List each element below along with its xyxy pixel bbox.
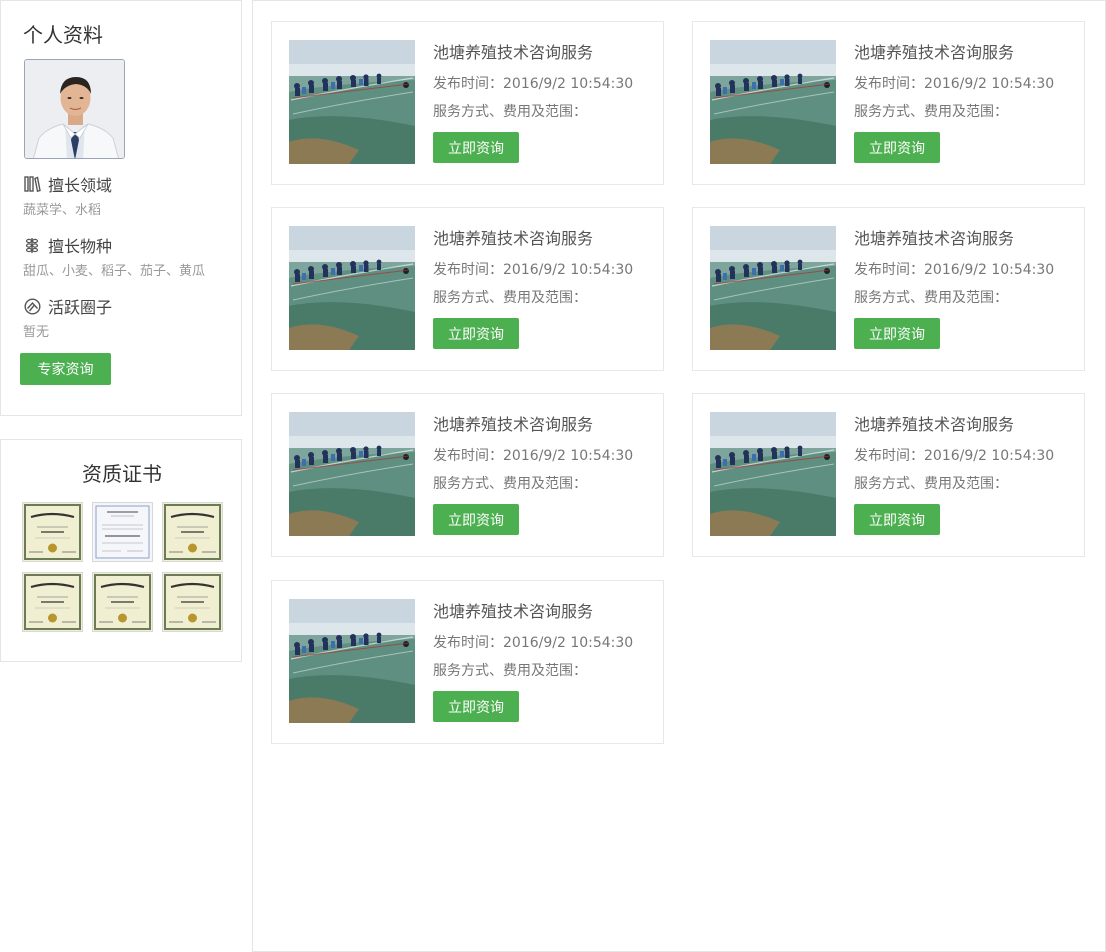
field-value: 蔬菜学、水稻 <box>23 203 102 218</box>
certificates-title: 资质证书 <box>82 462 162 486</box>
service-method-label: 服务方式、费用及范围： <box>433 663 587 679</box>
service-card: 池塘养殖技术咨询服务发布时间：2016/9/2 10:54:30 服务方式、费用及… <box>271 207 664 371</box>
books-icon <box>23 175 41 193</box>
service-method-label: 服务方式、费用及范围： <box>433 290 587 306</box>
certificate-thumbnail[interactable] <box>22 502 83 562</box>
profile-panel: 个人资料 擅长领域 蔬菜学、水稻 擅长物种 甜瓜、小麦、稻子、茄子、黄瓜 活跃圈… <box>0 0 242 416</box>
service-publish-time: 发布时间：2016/9/2 10:54:30 <box>854 76 1055 92</box>
service-card: 池塘养殖技术咨询服务发布时间：2016/9/2 10:54:30 服务方式、费用及… <box>271 580 664 744</box>
service-title[interactable]: 池塘养殖技术咨询服务 <box>433 598 593 622</box>
field-heading: 擅长领域 <box>23 172 112 196</box>
certificate-thumbnail[interactable] <box>162 502 223 562</box>
service-publish-time: 发布时间：2016/9/2 10:54:30 <box>433 262 634 278</box>
consult-now-button[interactable]: 立即资询 <box>854 132 940 163</box>
service-publish-time: 发布时间：2016/9/2 10:54:30 <box>433 448 634 464</box>
circle-heading: 活跃圈子 <box>23 294 112 318</box>
service-title[interactable]: 池塘养殖技术咨询服务 <box>854 225 1014 249</box>
service-method-label: 服务方式、费用及范围： <box>854 104 1008 120</box>
service-method-label: 服务方式、费用及范围： <box>433 104 587 120</box>
service-title[interactable]: 池塘养殖技术咨询服务 <box>854 39 1014 63</box>
species-heading-label: 擅长物种 <box>48 237 113 256</box>
service-thumbnail[interactable] <box>710 226 836 350</box>
service-card: 池塘养殖技术咨询服务发布时间：2016/9/2 10:54:30 服务方式、费用及… <box>692 393 1085 557</box>
service-method-label: 服务方式、费用及范围： <box>433 476 587 492</box>
service-publish-time: 发布时间：2016/9/2 10:54:30 <box>854 448 1055 464</box>
service-card: 池塘养殖技术咨询服务发布时间：2016/9/2 10:54:30 服务方式、费用及… <box>271 393 664 557</box>
service-thumbnail[interactable] <box>289 40 415 164</box>
service-thumbnail[interactable] <box>710 40 836 164</box>
service-card: 池塘养殖技术咨询服务发布时间：2016/9/2 10:54:30 服务方式、费用及… <box>692 207 1085 371</box>
service-thumbnail[interactable] <box>289 599 415 723</box>
service-title[interactable]: 池塘养殖技术咨询服务 <box>433 411 593 435</box>
service-title[interactable]: 池塘养殖技术咨询服务 <box>433 39 593 63</box>
service-title[interactable]: 池塘养殖技术咨询服务 <box>433 225 593 249</box>
consult-now-button[interactable]: 立即资询 <box>433 132 519 163</box>
species-value: 甜瓜、小麦、稻子、茄子、黄瓜 <box>23 264 206 279</box>
expert-avatar[interactable] <box>24 59 125 159</box>
certificate-thumbnail[interactable] <box>162 572 223 632</box>
service-publish-time: 发布时间：2016/9/2 10:54:30 <box>854 262 1055 278</box>
consult-now-button[interactable]: 立即资询 <box>433 691 519 722</box>
profile-title: 个人资料 <box>23 23 103 47</box>
expert-portrait <box>25 60 124 158</box>
certificate-thumbnail[interactable] <box>92 502 153 562</box>
certificate-thumbnail[interactable] <box>22 572 83 632</box>
service-thumbnail[interactable] <box>289 226 415 350</box>
service-thumbnail[interactable] <box>710 412 836 536</box>
service-method-label: 服务方式、费用及范围： <box>854 476 1008 492</box>
consult-now-button[interactable]: 立即资询 <box>854 318 940 349</box>
consult-now-button[interactable]: 立即资询 <box>433 318 519 349</box>
service-card: 池塘养殖技术咨询服务发布时间：2016/9/2 10:54:30 服务方式、费用及… <box>692 21 1085 185</box>
plant-icon <box>23 236 41 254</box>
field-heading-label: 擅长领域 <box>48 176 113 195</box>
species-heading: 擅长物种 <box>23 233 112 257</box>
service-card: 池塘养殖技术咨询服务发布时间：2016/9/2 10:54:30 服务方式、费用及… <box>271 21 664 185</box>
circle-value: 暂无 <box>23 325 50 340</box>
circle-network-icon <box>23 297 41 315</box>
consult-now-button[interactable]: 立即资询 <box>854 504 940 535</box>
certificates-panel: 资质证书 <box>0 439 242 662</box>
service-thumbnail[interactable] <box>289 412 415 536</box>
service-publish-time: 发布时间：2016/9/2 10:54:30 <box>433 635 634 651</box>
service-method-label: 服务方式、费用及范围： <box>854 290 1008 306</box>
consult-now-button[interactable]: 立即资询 <box>433 504 519 535</box>
service-title[interactable]: 池塘养殖技术咨询服务 <box>854 411 1014 435</box>
circle-heading-label: 活跃圈子 <box>48 298 113 317</box>
service-list-panel: 池塘养殖技术咨询服务 发布时间：2016/9/2 10:54:30 服务方式、费用及… <box>252 0 1106 952</box>
service-publish-time: 发布时间：2016/9/2 10:54:30 <box>433 76 634 92</box>
certificate-thumbnail[interactable] <box>92 572 153 632</box>
expert-consult-button[interactable]: 专家资询 <box>20 353 111 385</box>
